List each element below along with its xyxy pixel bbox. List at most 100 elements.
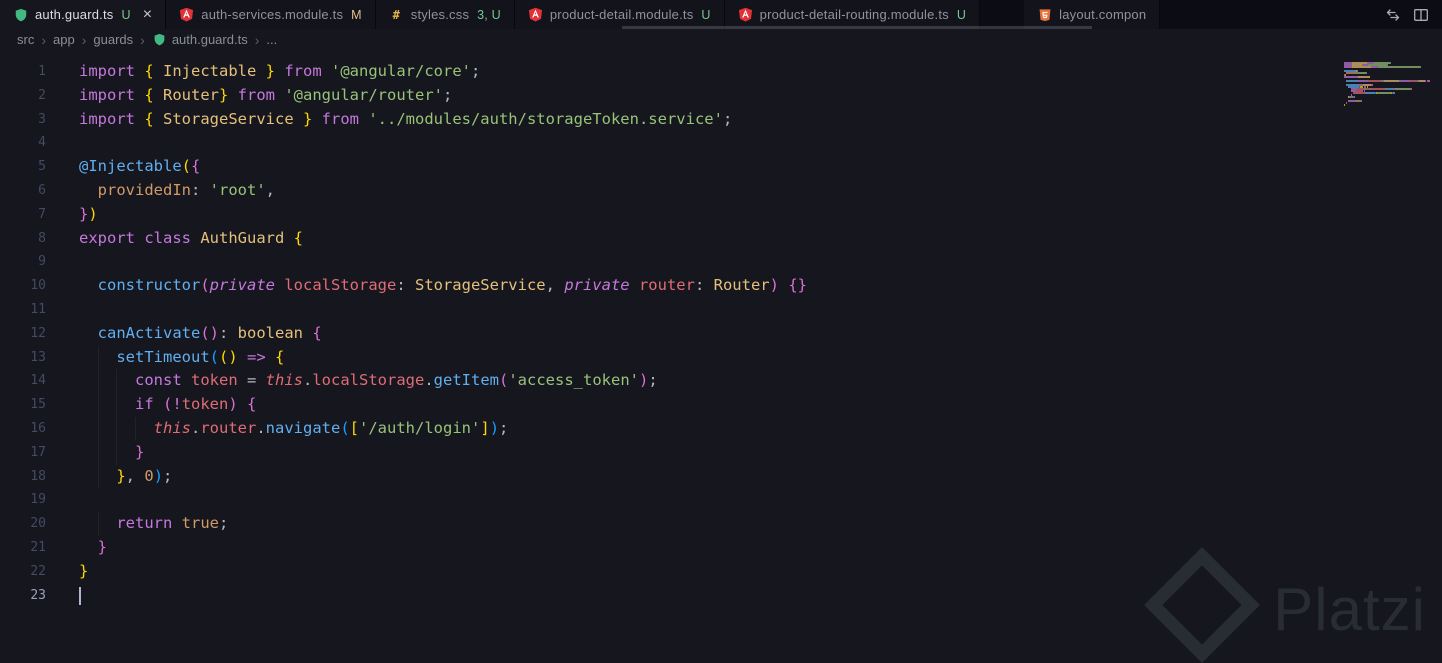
git-status-badge: U: [121, 7, 131, 22]
line-content: if (!token) {: [79, 393, 256, 417]
line-number[interactable]: 13: [0, 346, 46, 370]
code-line[interactable]: 19: [0, 488, 1442, 512]
code-line[interactable]: 13 setTimeout(() => {: [0, 345, 1442, 370]
guard-shield-icon: [13, 7, 28, 22]
line-number[interactable]: 1: [0, 60, 46, 84]
chevron-right-icon: ›: [81, 31, 87, 48]
line-content: canActivate(): boolean {: [97, 323, 322, 342]
tab-overflow-scrollbar[interactable]: [622, 26, 1092, 29]
tab-auth-services-module-ts[interactable]: auth-services.module.ts M: [166, 0, 376, 29]
code-line[interactable]: 15 if (!token) {: [0, 393, 1442, 417]
tab-label: auth.guard.ts: [35, 7, 114, 22]
tab-product-detail-routing-module-ts[interactable]: product-detail-routing.module.ts U: [724, 0, 981, 29]
code-line[interactable]: 4: [0, 131, 1442, 155]
line-number[interactable]: 3: [0, 108, 46, 132]
line-content: }): [79, 204, 98, 223]
line-content: }: [79, 440, 144, 465]
code-area: 1 import { Injectable } from '@angular/co…: [0, 60, 1442, 607]
minimap[interactable]: [1344, 60, 1436, 106]
tab-product-detail-module-ts[interactable]: product-detail.module.ts U: [514, 0, 725, 29]
line-number[interactable]: 19: [0, 488, 46, 512]
line-number[interactable]: 5: [0, 155, 46, 179]
breadcrumb-item-src[interactable]: src: [17, 32, 34, 47]
angular-icon: [179, 7, 194, 22]
chevron-right-icon: ›: [140, 31, 145, 48]
line-number[interactable]: 23: [0, 584, 46, 608]
code-line[interactable]: 17 }: [0, 440, 1442, 465]
line-number[interactable]: 4: [0, 131, 46, 155]
breadcrumb: src › app › guards › auth.guard.ts ›...: [0, 29, 1442, 50]
close-icon[interactable]: ×: [143, 6, 153, 23]
code-line[interactable]: 16 this.router.navigate(['/auth/login'])…: [0, 416, 1442, 441]
code-line[interactable]: 14 const token = this.localStorage.getIt…: [0, 369, 1442, 394]
tab-actions: [1372, 0, 1442, 29]
code-line[interactable]: 22}: [0, 560, 1442, 584]
git-status-badge: 3, U: [477, 7, 501, 22]
html-icon: [1037, 7, 1052, 22]
line-number[interactable]: 10: [0, 274, 46, 298]
tab-auth-guard-ts[interactable]: auth.guard.ts U ×: [0, 0, 167, 29]
line-content: const token = this.localStorage.getItem(…: [79, 369, 658, 394]
code-line[interactable]: 3 import { StorageService } from '../modu…: [0, 108, 1442, 132]
line-number[interactable]: 9: [0, 250, 46, 274]
line-number[interactable]: 6: [0, 179, 46, 203]
breadcrumb-item-guards[interactable]: guards: [93, 32, 133, 47]
breadcrumb-file[interactable]: auth.guard.ts: [152, 32, 248, 47]
line-content: }: [97, 537, 108, 556]
tab-label: styles.css: [410, 7, 470, 22]
breadcrumb-file-label: auth.guard.ts: [171, 32, 248, 47]
line-content: export class AuthGuard {: [79, 228, 303, 247]
tab-strip: auth.guard.ts U × auth-services.module.ts M #…: [0, 0, 1372, 29]
code-line[interactable]: 9: [0, 250, 1442, 274]
code-line[interactable]: 20 return true;: [0, 512, 1442, 536]
code-line[interactable]: 1 import { Injectable } from '@angular/co…: [0, 60, 1442, 84]
code-line[interactable]: 12 canActivate(): boolean {: [0, 322, 1442, 346]
open-changes-icon[interactable]: [1385, 7, 1401, 23]
line-content: @Injectable({: [79, 157, 201, 176]
code-line[interactable]: 18 }, 0);: [0, 464, 1442, 489]
line-content: setTimeout(() => {: [79, 345, 284, 370]
line-content: }: [79, 561, 89, 580]
line-content: import { Injectable } from '@angular/cor…: [79, 62, 481, 80]
tab-label: product-detail.module.ts: [549, 7, 694, 22]
breadcrumb-item-app[interactable]: app: [53, 32, 75, 47]
line-number[interactable]: 17: [0, 441, 46, 465]
tab-label: product-detail-routing.module.ts: [759, 7, 949, 22]
line-number[interactable]: 12: [0, 322, 46, 346]
code-line[interactable]: 8 export class AuthGuard {: [0, 227, 1442, 251]
breadcrumb-symbol[interactable]: ...: [266, 32, 277, 47]
line-number[interactable]: 2: [0, 84, 46, 108]
line-number[interactable]: 20: [0, 512, 46, 536]
code-line[interactable]: 7}): [0, 203, 1442, 227]
tab-bar: auth.guard.ts U × auth-services.module.ts M #…: [0, 0, 1442, 29]
code-line[interactable]: 23: [0, 584, 1442, 608]
code-line[interactable]: 5 @Injectable({: [0, 155, 1442, 179]
line-number[interactable]: 21: [0, 536, 46, 560]
line-number[interactable]: 18: [0, 465, 46, 489]
line-content: this.router.navigate(['/auth/login']);: [79, 416, 508, 441]
code-line[interactable]: 21 }: [0, 536, 1442, 560]
line-content: import { Router} from '@angular/router';: [79, 85, 453, 104]
code-line[interactable]: 11: [0, 298, 1442, 322]
line-number[interactable]: 11: [0, 298, 46, 322]
line-number[interactable]: 14: [0, 369, 46, 393]
angular-icon: [738, 7, 753, 22]
line-number[interactable]: 7: [0, 203, 46, 227]
tab-layout-compon[interactable]: layout.compon: [1024, 0, 1161, 29]
code-line[interactable]: 2 import { Router} from '@angular/router'…: [0, 84, 1442, 108]
split-editor-icon[interactable]: [1413, 7, 1429, 23]
line-number[interactable]: 22: [0, 560, 46, 584]
git-status-badge: U: [701, 7, 711, 22]
line-number[interactable]: 16: [0, 417, 46, 441]
code-line[interactable]: 10 constructor(private localStorage: Sto…: [0, 274, 1442, 298]
chevron-right-icon: ›: [254, 31, 260, 48]
guard-shield-icon: [152, 32, 167, 47]
tab-styles-css[interactable]: # styles.css 3, U: [375, 0, 515, 29]
line-number[interactable]: 15: [0, 393, 46, 417]
line-number[interactable]: 8: [0, 227, 46, 251]
line-content: }, 0);: [79, 464, 172, 489]
tab-label: auth-services.module.ts: [201, 7, 344, 22]
line-content: constructor(private localStorage: Storag…: [97, 276, 807, 295]
code-line[interactable]: 6 providedIn: 'root',: [0, 179, 1442, 203]
line-content: import { StorageService } from '../modul…: [79, 109, 733, 128]
